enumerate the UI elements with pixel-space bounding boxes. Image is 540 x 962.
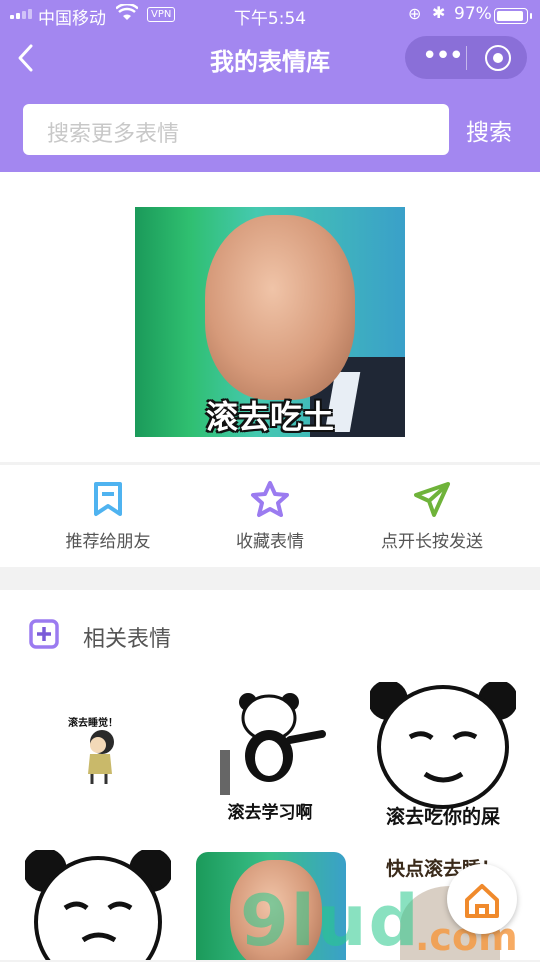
panda-face-icon bbox=[370, 682, 516, 809]
home-button[interactable] bbox=[447, 864, 517, 934]
main-sticker-card: 滚去吃土 bbox=[0, 172, 540, 462]
panda-pointing-icon bbox=[220, 693, 326, 795]
cartoon-girl-icon bbox=[88, 730, 114, 784]
action-bar: 推荐给朋友 收藏表情 点开长按发送 bbox=[0, 465, 540, 567]
main-sticker-image[interactable]: 滚去吃土 bbox=[135, 207, 405, 437]
related-title: 相关表情 bbox=[83, 627, 172, 652]
related-sticker-1[interactable]: 滚去睡觉！ bbox=[28, 680, 168, 820]
search-placeholder: 搜索更多表情 bbox=[47, 122, 180, 147]
more-button[interactable]: ••• bbox=[419, 36, 465, 79]
related-sticker-2[interactable]: 滚去学习啊 bbox=[200, 680, 340, 830]
related-sticker-3[interactable]: 滚去吃你的屎 bbox=[370, 682, 516, 828]
sticker-caption: 滚去睡觉！ bbox=[68, 718, 118, 729]
sticker-caption: 滚去学习啊 bbox=[227, 803, 313, 823]
recommend-button[interactable]: 推荐给朋友 bbox=[18, 465, 198, 567]
home-icon bbox=[465, 884, 499, 918]
bluetooth-icon: ✱ bbox=[432, 3, 446, 22]
favorite-label: 收藏表情 bbox=[236, 532, 304, 552]
add-square-icon bbox=[29, 619, 59, 649]
recommend-label: 推荐给朋友 bbox=[65, 532, 151, 552]
header: 中国移动 VPN 下午5:54 ⊕ ✱ 97% 我的表情库 ••• 搜索更多表情… bbox=[0, 0, 540, 172]
battery-percent: 97% bbox=[454, 4, 492, 24]
related-sticker-4[interactable] bbox=[25, 850, 171, 960]
send-label: 点开长按发送 bbox=[381, 532, 483, 552]
close-target-icon[interactable] bbox=[485, 45, 511, 71]
rotation-lock-icon: ⊕ bbox=[408, 4, 422, 23]
watermark-logo: 9lud bbox=[240, 880, 421, 962]
send-button[interactable]: 点开长按发送 bbox=[342, 465, 522, 567]
sticker-face bbox=[205, 215, 355, 400]
search-button[interactable]: 搜索 bbox=[466, 113, 512, 147]
search-input[interactable]: 搜索更多表情 bbox=[23, 104, 449, 155]
bookmark-icon bbox=[94, 482, 122, 516]
mini-program-capsule: ••• bbox=[405, 36, 527, 79]
star-icon bbox=[251, 481, 289, 517]
capsule-divider bbox=[466, 46, 467, 70]
main-sticker-caption: 滚去吃土 bbox=[205, 398, 334, 436]
send-icon bbox=[414, 482, 450, 517]
favorite-button[interactable]: 收藏表情 bbox=[180, 465, 360, 567]
sticker-caption: 滚去吃你的屎 bbox=[385, 806, 500, 828]
battery-icon bbox=[494, 8, 532, 24]
status-bar: 中国移动 VPN 下午5:54 ⊕ ✱ 97% bbox=[0, 0, 540, 30]
panda-face-icon bbox=[25, 850, 171, 960]
